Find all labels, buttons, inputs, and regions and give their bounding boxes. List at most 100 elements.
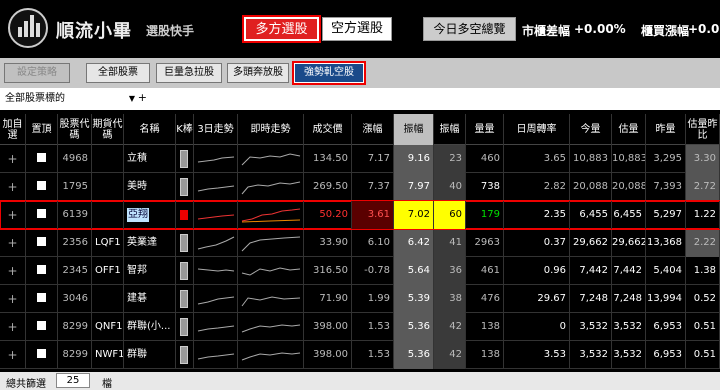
filter-count-unit: 檔	[102, 379, 112, 390]
add-watch-icon[interactable]: +	[0, 145, 26, 173]
price: 316.50	[304, 257, 352, 285]
stock-name[interactable]: 立積	[124, 145, 176, 173]
yest-volume: 3,295	[646, 145, 686, 173]
pin-checkbox[interactable]	[26, 257, 58, 285]
table-row[interactable]: + 1795 美時 269.50 7.37 7.97 40 738 2.82 2…	[0, 173, 720, 201]
strong-short-squeeze-tab[interactable]: 強勢軋空股	[292, 61, 366, 85]
futures-code	[92, 201, 124, 229]
add-watch-icon[interactable]: +	[0, 173, 26, 201]
col-3day-trend[interactable]: 3日走勢	[194, 114, 238, 145]
realtime-sparkline	[238, 285, 304, 313]
today-volume: 10,883	[570, 145, 612, 173]
col-turnover[interactable]: 日周轉率	[504, 114, 570, 145]
est-yest-ratio: 0.51	[686, 313, 720, 341]
price: 398.00	[304, 341, 352, 369]
stock-name[interactable]: 智邦	[124, 257, 176, 285]
table-row[interactable]: + 2345 OFF1 智邦 316.50 -0.78 5.64 36 461 …	[0, 257, 720, 285]
col-kbar[interactable]: K棒	[176, 114, 194, 145]
est-volume: 7,442	[612, 257, 646, 285]
stock-name[interactable]: 建碁	[124, 285, 176, 313]
pin-checkbox[interactable]	[26, 341, 58, 369]
col-today-vol[interactable]: 今量	[570, 114, 612, 145]
est-yest-ratio: 0.52	[686, 285, 720, 313]
col-add-watch[interactable]: 加自選	[0, 114, 26, 145]
add-watch-icon[interactable]: +	[0, 313, 26, 341]
futures-code: QNF1	[92, 313, 124, 341]
table-row[interactable]: + 2356 LQF1 英業達 33.90 6.10 6.42 41 2963 …	[0, 229, 720, 257]
volume: 476	[466, 285, 504, 313]
today-volume: 3,532	[570, 313, 612, 341]
stock-universe-value: 全部股票標的	[5, 93, 65, 104]
add-icon[interactable]: +	[138, 91, 147, 105]
amplitude: 5.36	[394, 313, 434, 341]
col-futures-code[interactable]: 期貨代碼	[92, 114, 124, 145]
col-est-vol[interactable]: 估量	[612, 114, 646, 145]
futures-code: OFF1	[92, 257, 124, 285]
est-yest-ratio: 2.72	[686, 173, 720, 201]
col-amplitude-rank[interactable]: 振幅	[434, 114, 466, 145]
turnover: 2.35	[504, 201, 570, 229]
stock-name[interactable]: 群聯	[124, 341, 176, 369]
col-change[interactable]: 漲幅	[352, 114, 394, 145]
long-selection-button[interactable]: 多方選股	[242, 15, 321, 43]
pin-checkbox[interactable]	[26, 285, 58, 313]
stock-name[interactable]: 亞翔	[124, 201, 176, 229]
app-subtitle: 選股快手	[146, 24, 195, 38]
stock-name[interactable]: 英業達	[124, 229, 176, 257]
add-watch-icon[interactable]: +	[0, 341, 26, 369]
add-watch-icon[interactable]: +	[0, 201, 26, 229]
est-volume: 7,248	[612, 285, 646, 313]
add-watch-icon[interactable]: +	[0, 285, 26, 313]
header: 順流小畢 選股快手 多方選股 空方選股 今日多空總覽 市櫃差幅 +0.00% 櫃…	[0, 0, 720, 58]
bull-run-tab[interactable]: 多頭奔放股	[227, 63, 289, 83]
pin-checkbox[interactable]	[26, 229, 58, 257]
3day-sparkline	[194, 201, 238, 229]
col-yest-vol[interactable]: 昨量	[646, 114, 686, 145]
set-strategy-button[interactable]: 設定策略	[4, 63, 70, 83]
3day-sparkline	[194, 341, 238, 369]
stock-code: 8299	[58, 313, 92, 341]
pin-checkbox[interactable]	[26, 201, 58, 229]
est-volume: 20,088	[612, 173, 646, 201]
chevron-down-icon[interactable]: ▼	[129, 92, 135, 106]
col-volume[interactable]: 量量	[466, 114, 504, 145]
price: 71.90	[304, 285, 352, 313]
col-name[interactable]: 名稱	[124, 114, 176, 145]
pin-checkbox[interactable]	[26, 145, 58, 173]
table-row[interactable]: + 4968 立積 134.50 7.17 9.16 23 460 3.65 1…	[0, 145, 720, 173]
price: 33.90	[304, 229, 352, 257]
table-row[interactable]: + 8299 NWF1 群聯 398.00 1.53 5.36 42 138 3…	[0, 341, 720, 369]
col-realtime-trend[interactable]: 即時走勢	[238, 114, 304, 145]
yest-volume: 13,368	[646, 229, 686, 257]
stock-name[interactable]: 群聯(小...	[124, 313, 176, 341]
col-amplitude[interactable]: 振幅	[394, 114, 434, 145]
col-stock-code[interactable]: 股票代碼	[58, 114, 92, 145]
realtime-sparkline	[238, 229, 304, 257]
amplitude: 5.39	[394, 285, 434, 313]
price: 50.20	[304, 201, 352, 229]
pin-checkbox[interactable]	[26, 173, 58, 201]
est-volume: 3,532	[612, 313, 646, 341]
table-row[interactable]: + 3046 建碁 71.90 1.99 5.39 38 476 29.67 7…	[0, 285, 720, 313]
add-watch-icon[interactable]: +	[0, 229, 26, 257]
add-watch-icon[interactable]: +	[0, 257, 26, 285]
app-title: 順流小畢	[56, 21, 132, 42]
table-row[interactable]: + 8299 QNF1 群聯(小... 398.00 1.53 5.36 42 …	[0, 313, 720, 341]
col-price[interactable]: 成交價	[304, 114, 352, 145]
daily-overview-button[interactable]: 今日多空總覽	[423, 17, 516, 41]
yest-volume: 5,404	[646, 257, 686, 285]
pin-checkbox[interactable]	[26, 313, 58, 341]
stock-universe-select[interactable]: 全部股票標的 ▼ +	[2, 91, 148, 107]
stock-name[interactable]: 美時	[124, 173, 176, 201]
today-volume: 29,662	[570, 229, 612, 257]
col-pin[interactable]: 置頂	[26, 114, 58, 145]
turnover: 29.67	[504, 285, 570, 313]
table-row-selected[interactable]: + 6139 亞翔 50.20 3.61 7.02 60 179 2.35 6,…	[0, 200, 720, 230]
big-volume-tab[interactable]: 巨量急拉股	[156, 63, 222, 83]
stock-code: 3046	[58, 285, 92, 313]
amplitude-rank: 41	[434, 229, 466, 257]
est-volume: 29,662	[612, 229, 646, 257]
all-stocks-tab[interactable]: 全部股票	[86, 63, 150, 83]
col-est-yest-ratio[interactable]: 估量昨比	[686, 114, 720, 145]
short-selection-button[interactable]: 空方選股	[322, 17, 392, 41]
